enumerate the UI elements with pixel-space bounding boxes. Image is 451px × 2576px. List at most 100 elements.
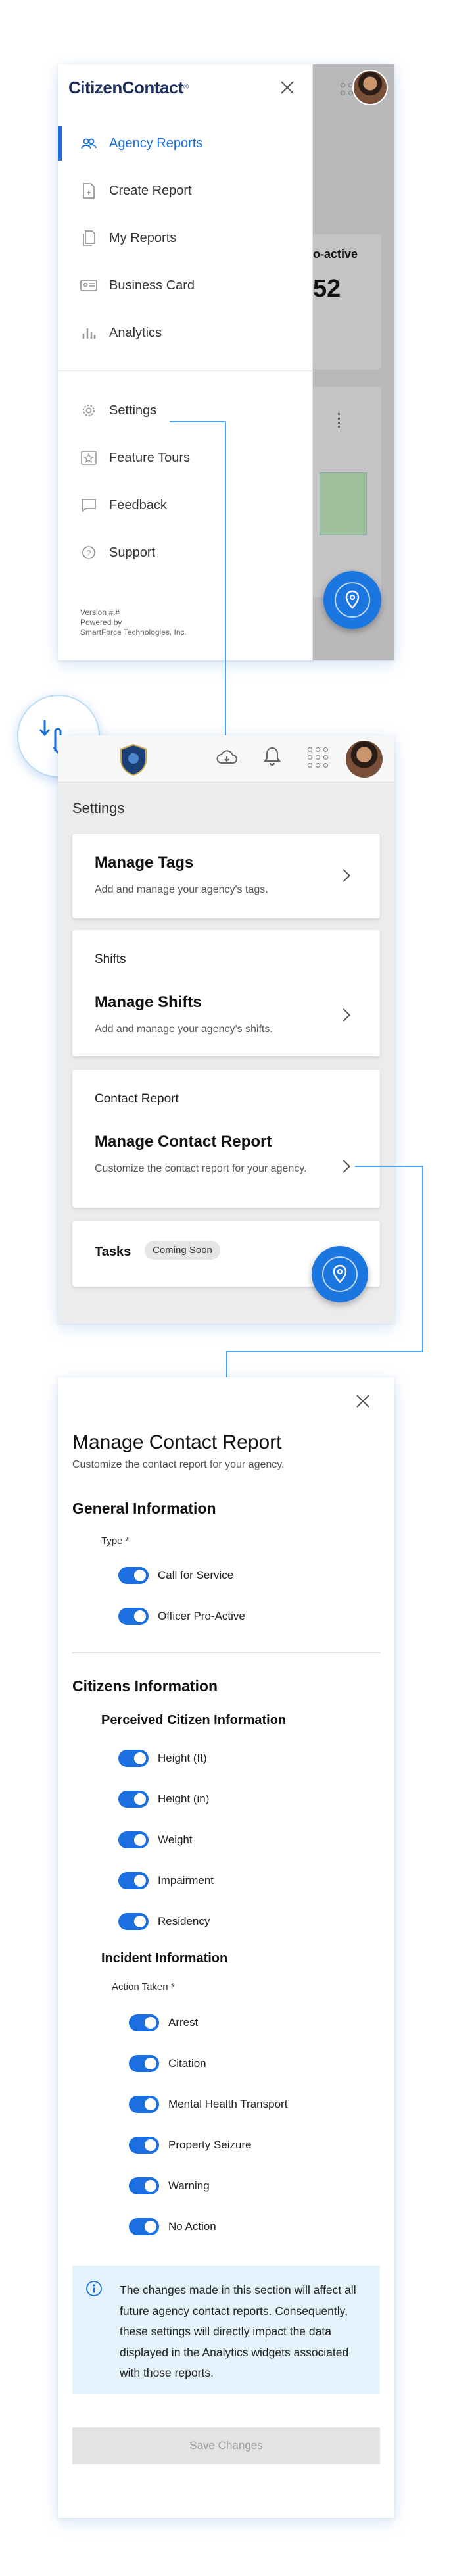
gear-icon xyxy=(80,403,97,418)
nav-item-feature-tours[interactable]: Feature Tours xyxy=(58,441,313,475)
navigation-drawer-screen: o-active 52 CitizenContact® Agency Repor… xyxy=(58,64,394,660)
card-title: Tasks xyxy=(95,1245,131,1259)
chevron-right-icon xyxy=(337,1008,350,1022)
manage-contact-report-card[interactable]: Contact Report Manage Contact Report Cus… xyxy=(72,1070,380,1208)
info-text: The changes made in this section will af… xyxy=(120,2283,356,2379)
info-icon xyxy=(85,2280,103,2297)
background-chart-card xyxy=(313,387,381,597)
nav-item-label: Business Card xyxy=(109,278,195,293)
avatar[interactable] xyxy=(344,739,384,779)
bell-icon[interactable] xyxy=(263,746,281,770)
card-title: Manage Shifts xyxy=(95,993,202,1011)
bar-chart-icon xyxy=(80,326,97,340)
nav-item-label: Analytics xyxy=(109,325,162,340)
help-icon: ? xyxy=(80,545,97,560)
background-map-thumbnail xyxy=(320,472,367,535)
save-changes-button[interactable]: Save Changes xyxy=(72,2427,380,2464)
nav-item-label: Settings xyxy=(109,403,157,418)
toggle-label: Mental Health Transport xyxy=(168,2098,288,2110)
nav-item-business-card[interactable]: Business Card xyxy=(58,268,313,303)
nav-item-label: Create Report xyxy=(109,183,192,198)
card-subtitle: Customize the contact report for your ag… xyxy=(95,1163,307,1174)
nav-item-agency-reports[interactable]: Agency Reports xyxy=(58,126,313,161)
toggle-switch[interactable] xyxy=(118,1791,149,1808)
documents-icon xyxy=(80,230,97,246)
toggle-switch[interactable] xyxy=(129,2137,159,2154)
connector-line xyxy=(225,421,226,735)
divider xyxy=(72,1652,380,1653)
nav-item-feedback[interactable]: Feedback xyxy=(58,488,313,522)
subsection-heading: Incident Information xyxy=(101,1951,228,1966)
connector-line xyxy=(355,1166,423,1167)
toggle-label: Height (ft) xyxy=(158,1752,207,1764)
nav-item-label: Feedback xyxy=(109,497,167,512)
location-fab[interactable] xyxy=(312,1246,368,1302)
toggle-label: Impairment xyxy=(158,1874,214,1887)
business-card-icon xyxy=(80,278,97,293)
field-label: Type * xyxy=(101,1535,130,1547)
toggle-switch[interactable] xyxy=(118,1872,149,1889)
page-title: Settings xyxy=(72,800,125,816)
section-heading: General Information xyxy=(72,1500,216,1517)
card-section-label: Contact Report xyxy=(95,1092,179,1106)
nav-item-settings[interactable]: Settings xyxy=(58,393,313,428)
page-subtitle: Customize the contact report for your ag… xyxy=(72,1459,285,1470)
nav-item-create-report[interactable]: Create Report xyxy=(58,174,313,208)
toggle-switch[interactable] xyxy=(118,1750,149,1767)
card-section-label: Shifts xyxy=(95,953,126,966)
connector-line xyxy=(226,1351,423,1352)
connector-line xyxy=(170,421,226,422)
manage-shifts-card[interactable]: Shifts Manage Shifts Add and manage your… xyxy=(72,930,380,1056)
close-icon[interactable] xyxy=(355,1393,371,1409)
toggle-switch[interactable] xyxy=(129,2014,159,2031)
background-card-value: 52 xyxy=(313,275,341,303)
toggle-switch[interactable] xyxy=(118,1608,149,1625)
toggle-label: Residency xyxy=(158,1915,210,1927)
connector-line xyxy=(226,1351,227,1377)
version-info: Version #.# Powered by SmartForce Techno… xyxy=(80,608,187,637)
card-subtitle: Add and manage your agency's tags. xyxy=(95,884,268,895)
settings-screen: Settings Manage Tags Add and manage your… xyxy=(58,735,394,1324)
nav-item-support[interactable]: ? Support xyxy=(58,535,313,570)
toggle-switch[interactable] xyxy=(118,1913,149,1930)
agency-badge-icon xyxy=(118,743,149,776)
nav-item-label: Feature Tours xyxy=(109,450,191,465)
connector-line xyxy=(422,1166,423,1351)
nav-item-label: My Reports xyxy=(109,230,177,245)
page-title: Manage Contact Report xyxy=(72,1431,282,1453)
manage-contact-report-screen: Manage Contact Report Customize the cont… xyxy=(58,1377,394,2518)
toggle-switch[interactable] xyxy=(129,2096,159,2113)
toggle-label: Citation xyxy=(168,2057,206,2069)
location-pin-icon xyxy=(345,590,360,609)
powered-by-text: Powered by xyxy=(80,618,122,627)
toggle-label: Weight xyxy=(158,1833,193,1846)
apps-grid-icon[interactable] xyxy=(308,747,328,768)
manage-tags-card[interactable]: Manage Tags Add and manage your agency's… xyxy=(72,834,380,918)
dimmed-background[interactable]: o-active 52 xyxy=(313,64,394,660)
divider xyxy=(58,370,313,371)
toggle-switch[interactable] xyxy=(118,1831,149,1848)
coming-soon-badge: Coming Soon xyxy=(145,1241,220,1260)
nav-item-my-reports[interactable]: My Reports xyxy=(58,221,313,255)
toggle-switch[interactable] xyxy=(118,1567,149,1584)
logo-mark: ® xyxy=(183,83,189,91)
more-icon xyxy=(338,413,341,428)
location-fab[interactable] xyxy=(323,571,381,629)
create-report-icon xyxy=(80,183,97,199)
nav-item-label: Support xyxy=(109,545,156,560)
toggle-switch[interactable] xyxy=(129,2177,159,2194)
chevron-right-icon xyxy=(337,1160,350,1173)
nav-item-analytics[interactable]: Analytics xyxy=(58,316,313,350)
version-text: Version #.# xyxy=(80,608,120,617)
toggle-switch[interactable] xyxy=(129,2055,159,2072)
background-card-label: o-active xyxy=(313,247,358,260)
subsection-heading: Perceived Citizen Information xyxy=(101,1713,287,1727)
toggle-switch[interactable] xyxy=(129,2218,159,2235)
app-logo: CitizenContact® xyxy=(68,78,189,98)
close-icon[interactable] xyxy=(279,79,296,96)
info-notice: The changes made in this section will af… xyxy=(72,2266,380,2394)
people-icon xyxy=(80,136,97,151)
toggle-label: Arrest xyxy=(168,2016,199,2029)
avatar xyxy=(352,70,388,105)
cloud-sync-icon[interactable] xyxy=(216,747,238,770)
